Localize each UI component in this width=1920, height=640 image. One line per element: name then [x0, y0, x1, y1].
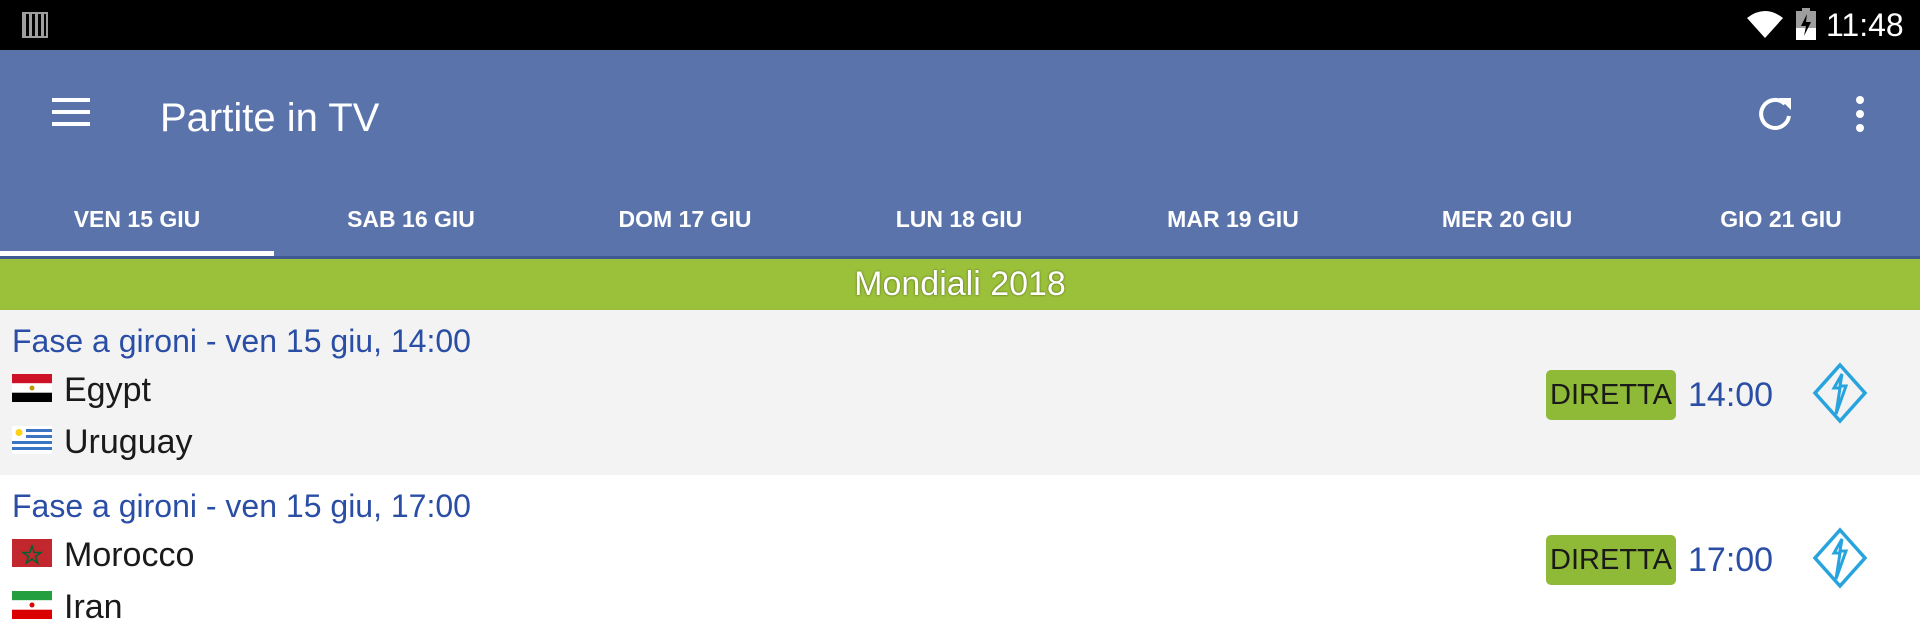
status-bar: 11:48 — [0, 0, 1920, 50]
tab-lun-18-giu[interactable]: LUN 18 GIU — [822, 193, 1096, 256]
team-name: Morocco — [64, 536, 195, 574]
tab-gio-21-giu[interactable]: GIO 21 GIU — [1644, 193, 1918, 256]
team-name: Egypt — [64, 371, 151, 409]
match-row[interactable]: Fase a gironi - ven 15 giu, 14:00 Egypt … — [0, 310, 1920, 475]
italia1-logo-icon[interactable] — [1812, 527, 1868, 589]
kickoff-time: 17:00 — [1688, 541, 1774, 579]
match-row[interactable]: Fase a gironi - ven 15 giu, 17:00 Morocc… — [0, 475, 1920, 640]
barcode-icon — [22, 12, 48, 38]
team-name: Uruguay — [64, 423, 193, 461]
date-tabs: VEN 15 GIU SAB 16 GIU DOM 17 GIU LUN 18 … — [0, 193, 1920, 256]
app-title: Partite in TV — [160, 96, 380, 140]
team-name: Iran — [64, 588, 123, 626]
uruguay-flag-icon — [12, 426, 52, 454]
battery-charging-icon — [1796, 8, 1816, 40]
refresh-icon[interactable] — [1755, 94, 1795, 134]
tab-mer-20-giu[interactable]: MER 20 GIU — [1370, 193, 1644, 256]
live-badge: DIRETTA — [1546, 535, 1676, 585]
morocco-flag-icon — [12, 539, 52, 567]
wifi-icon — [1747, 11, 1783, 38]
italia1-logo-icon[interactable] — [1812, 362, 1868, 424]
clock: 11:48 — [1826, 7, 1904, 43]
egypt-flag-icon — [12, 374, 52, 402]
section-header: Mondiali 2018 — [0, 259, 1920, 310]
tab-sab-16-giu[interactable]: SAB 16 GIU — [274, 193, 548, 256]
iran-flag-icon — [12, 591, 52, 619]
menu-icon[interactable] — [50, 95, 92, 129]
kickoff-time: 14:00 — [1688, 376, 1774, 414]
match-heading: Fase a gironi - ven 15 giu, 14:00 — [12, 323, 471, 359]
live-badge: DIRETTA — [1546, 370, 1676, 420]
tab-mar-19-giu[interactable]: MAR 19 GIU — [1096, 193, 1370, 256]
tab-dom-17-giu[interactable]: DOM 17 GIU — [548, 193, 822, 256]
more-vert-icon[interactable] — [1845, 94, 1875, 134]
tab-ven-15-giu[interactable]: VEN 15 GIU — [0, 193, 274, 256]
match-heading: Fase a gironi - ven 15 giu, 17:00 — [12, 488, 471, 524]
